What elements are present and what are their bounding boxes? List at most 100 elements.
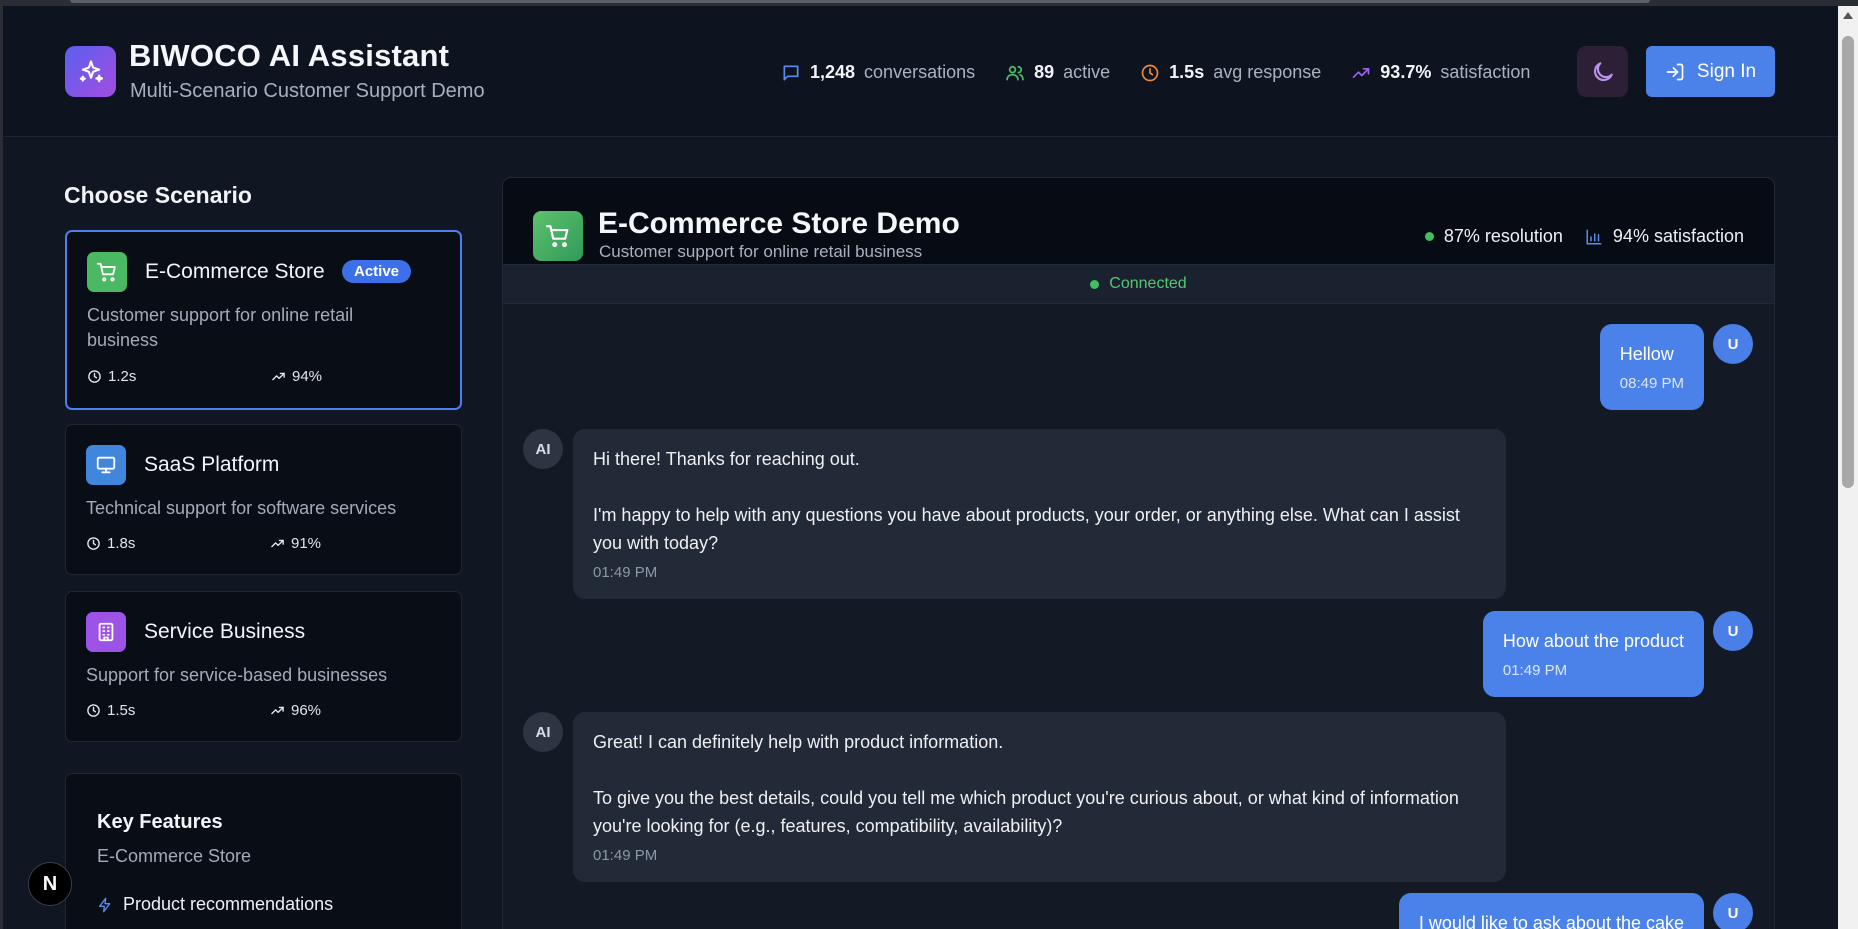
message-text: I would like to ask about the cake [1418,913,1684,929]
clock-icon [88,370,101,383]
app-header: BIWOCO AI Assistant Multi-Scenario Custo… [3,6,1838,137]
stat-conversations: 1,248 conversations [781,62,975,83]
shopping-cart-icon [533,211,583,261]
features-title: Key Features [97,811,223,833]
trending-up-icon [272,372,285,381]
satisfaction-value: 94% satisfaction [1612,226,1744,246]
satisfaction-value: 94% [292,368,323,385]
message-time: 01:49 PM [593,564,658,581]
ai-avatar: AI [523,712,563,752]
log-in-icon [1666,63,1684,80]
status-dot-icon [1424,232,1434,241]
trending-up-icon [1352,67,1370,78]
sign-in-label: Sign In [1696,60,1757,82]
sidebar-title: Choose Scenario [64,182,252,208]
feature-label: Product recommendations [123,894,334,914]
scenario-card-service[interactable]: Service Business Support for service-bas… [65,591,462,742]
message-time: 08:49 PM [1619,375,1684,392]
stat-value: 89 [1034,62,1055,82]
stat-avg-response: 1.5s avg response [1140,62,1321,83]
nextjs-dev-badge[interactable]: N [28,862,72,906]
scenario-satisfaction: 94% [271,368,322,385]
clock-icon [87,537,100,550]
stat-label: active [1063,62,1111,82]
sign-in-button[interactable]: Sign In [1646,46,1775,97]
stat-active: 89 active [1005,62,1110,83]
app-subtitle: Multi-Scenario Customer Support Demo [130,80,485,102]
stat-value: 93.7% [1380,62,1432,82]
chat-subtitle: Customer support for online retail busin… [599,242,923,261]
scenario-name: Service Business [144,620,306,643]
app-title: BIWOCO AI Assistant [129,38,450,73]
satisfaction-value: 96% [291,702,322,719]
trending-up-icon [271,706,284,715]
message-square-icon [783,65,799,80]
message-text: Great! I can definitely help with produc… [593,732,1459,836]
active-badge: Active [342,260,412,283]
response-time-value: 1.2s [108,368,137,385]
users-icon [1006,65,1024,80]
message-list: U Hellow 08:49 PM AI Hi there! Thanks fo… [503,304,1774,929]
scenario-response-time: 1.2s [87,368,136,385]
header-stats: 1,248 conversations 89 active 1.5s avg r… [781,62,1530,83]
page-scrollbar[interactable] [1838,6,1858,929]
connection-status: Connected [503,264,1774,304]
scenario-description: Technical support for software services [86,498,397,518]
message-time: 01:49 PM [593,847,658,864]
user-avatar: U [1713,611,1753,651]
user-message: I would like to ask about the cake [1398,893,1704,929]
shopping-cart-icon [87,252,127,292]
message-time: 01:49 PM [1502,662,1568,679]
trending-up-icon [271,539,284,548]
scenario-description: Support for service-based businesses [86,665,388,685]
user-message: Hellow 08:49 PM [1599,324,1704,410]
message-text: How about the product [1502,631,1684,651]
satisfaction-stat: 94% satisfaction [1585,226,1744,247]
sparkles-logo-icon [65,46,116,97]
theme-toggle-button[interactable] [1577,46,1628,97]
features-subtitle: E-Commerce Store [97,846,252,866]
building-icon [86,612,126,652]
scroll-up-arrow-icon[interactable] [1843,12,1853,19]
ai-avatar: AI [523,429,563,469]
scenario-name: E-Commerce Store [145,260,325,283]
clock-icon [87,704,100,717]
connected-dot-icon [1090,279,1100,289]
scenario-description: Customer support for online retail busin… [87,305,354,350]
stat-value: 1,248 [810,62,856,82]
message-text: Hi there! Thanks for reaching out. I'm h… [593,449,1460,553]
ai-message: Hi there! Thanks for reaching out. I'm h… [573,429,1506,599]
response-time-value: 1.8s [107,535,136,552]
clock-icon [1141,64,1159,81]
resolution-value: 87% resolution [1443,226,1563,246]
ai-message: Great! I can definitely help with produc… [573,712,1506,882]
monitor-icon [86,445,126,485]
scenario-card-ecommerce[interactable]: E-Commerce Store Active Customer support… [65,230,462,410]
scenario-name: SaaS Platform [144,453,280,476]
stat-satisfaction: 93.7% satisfaction [1351,62,1530,83]
chat-panel: E-Commerce Store Demo Customer support f… [502,177,1775,929]
message-text: Hellow [1619,344,1674,364]
feature-item: Product recommendations [97,894,333,915]
scenario-response-time: 1.8s [86,535,135,552]
chat-title: E-Commerce Store Demo [598,207,960,240]
bar-chart-icon [1586,229,1602,244]
scenario-satisfaction: 96% [270,702,321,719]
scrollbar-thumb[interactable] [1842,36,1854,488]
stat-value: 1.5s [1169,62,1205,82]
zap-icon [99,897,111,912]
user-message: How about the product 01:49 PM [1482,611,1704,697]
satisfaction-value: 91% [291,535,322,552]
stat-label: satisfaction [1440,62,1531,82]
chat-stats: 87% resolution 94% satisfaction [1424,226,1744,247]
resolution-stat: 87% resolution [1424,226,1563,247]
scenario-satisfaction: 91% [270,535,321,552]
scenario-response-time: 1.5s [86,702,135,719]
user-avatar: U [1713,893,1753,929]
user-avatar: U [1713,324,1753,364]
stat-label: avg response [1213,62,1322,82]
response-time-value: 1.5s [107,702,136,719]
scenario-card-saas[interactable]: SaaS Platform Technical support for soft… [65,424,462,575]
moon-icon [1593,61,1613,81]
chat-header: E-Commerce Store Demo Customer support f… [503,178,1774,264]
